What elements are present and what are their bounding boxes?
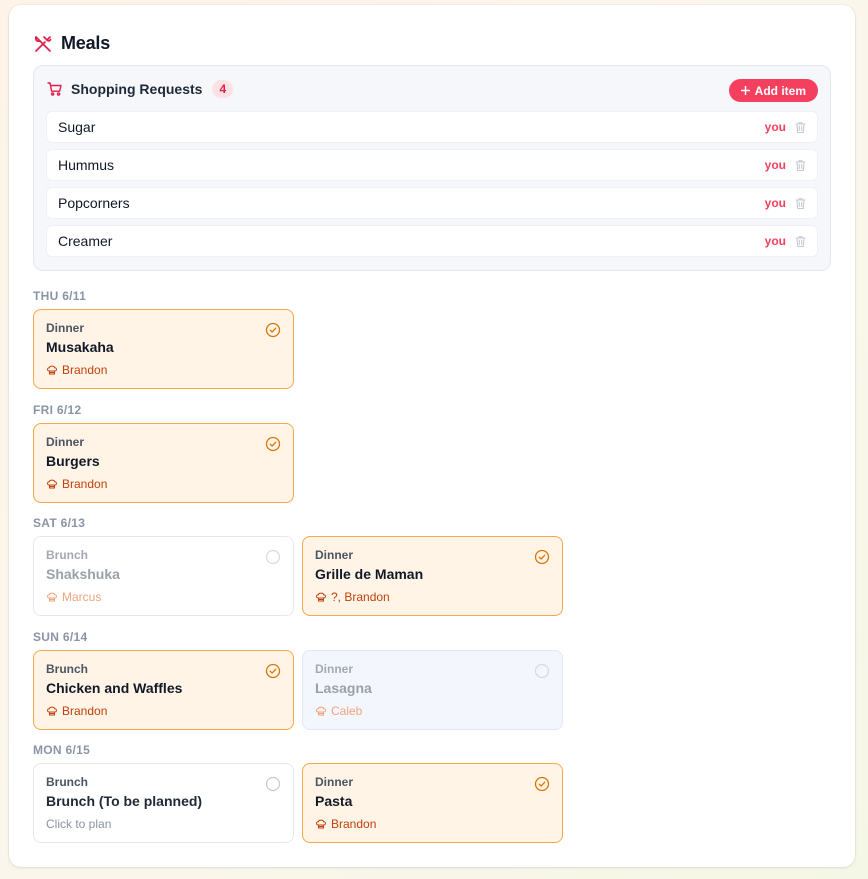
meal-type: Dinner xyxy=(315,662,354,676)
click-to-plan-hint: Click to plan xyxy=(46,817,112,831)
meal-cook-name: Brandon xyxy=(62,704,108,718)
day-label: SUN 6/14 xyxy=(33,630,88,644)
trash-icon[interactable] xyxy=(794,121,807,134)
meal-cook: Brandon xyxy=(46,363,107,377)
meals-card: Meals Shopping Requests 4 Add item Sugar… xyxy=(9,5,855,867)
cart-icon xyxy=(47,81,63,97)
meal-name: Chicken and Waffles xyxy=(46,680,183,696)
meal-card[interactable]: Dinner Burgers Brandon xyxy=(33,423,294,503)
meal-type: Brunch xyxy=(46,662,88,676)
meal-type: Dinner xyxy=(46,321,85,335)
meal-name: Shakshuka xyxy=(46,566,120,582)
item-owner: you xyxy=(764,158,786,172)
trash-icon[interactable] xyxy=(794,235,807,248)
shopping-count-badge: 4 xyxy=(212,80,234,98)
item-owner: you xyxy=(764,234,786,248)
empty-circle-icon[interactable] xyxy=(534,663,550,679)
meal-cook-name: Brandon xyxy=(62,363,108,377)
shopping-list: Sugar you Hummus you Popcorners you Crea… xyxy=(46,111,818,263)
item-name: Popcorners xyxy=(58,195,130,211)
meal-cook: ?, Brandon xyxy=(315,590,390,604)
chef-hat-icon xyxy=(46,705,58,717)
meal-cook-name: Marcus xyxy=(62,590,102,604)
chef-hat-icon xyxy=(315,705,327,717)
list-item[interactable]: Creamer you xyxy=(46,225,818,257)
meal-cook: Brandon xyxy=(315,817,376,831)
shopping-requests-title: Shopping Requests xyxy=(71,81,203,97)
list-item[interactable]: Hummus you xyxy=(46,149,818,181)
day-label: THU 6/11 xyxy=(33,289,87,303)
item-name: Creamer xyxy=(58,233,113,249)
chef-hat-icon xyxy=(46,364,58,376)
meal-name: Grille de Maman xyxy=(315,566,424,582)
page-title: Meals xyxy=(61,33,111,53)
meal-cook-name: Brandon xyxy=(62,477,108,491)
day-label: SAT 6/13 xyxy=(33,516,86,530)
meal-cook-name: Caleb xyxy=(331,704,363,718)
check-circle-icon[interactable] xyxy=(534,549,550,565)
shopping-requests-header: Shopping Requests 4 xyxy=(47,80,234,98)
meal-name: Brunch (To be planned) xyxy=(46,793,203,809)
add-item-button[interactable]: Add item xyxy=(728,79,818,102)
meal-type: Dinner xyxy=(315,775,354,789)
chef-hat-icon xyxy=(46,478,58,490)
meal-cook: Caleb xyxy=(315,704,362,718)
meal-type: Brunch xyxy=(46,775,88,789)
chef-hat-icon xyxy=(46,591,58,603)
meal-card[interactable]: Brunch Shakshuka Marcus xyxy=(33,536,294,616)
meal-card[interactable]: Dinner Musakaha Brandon xyxy=(33,309,294,389)
utensils-icon xyxy=(33,34,53,54)
list-item[interactable]: Popcorners you xyxy=(46,187,818,219)
trash-icon[interactable] xyxy=(794,159,807,172)
check-circle-icon[interactable] xyxy=(265,436,281,452)
meal-card[interactable]: Brunch Chicken and Waffles Brandon xyxy=(33,650,294,730)
meal-type: Brunch xyxy=(46,548,88,562)
meal-cook-name: Brandon xyxy=(331,817,377,831)
meal-name: Pasta xyxy=(315,793,353,809)
item-owner: you xyxy=(764,120,786,134)
meals-header: Meals xyxy=(33,33,110,54)
meal-card[interactable]: Brunch Brunch (To be planned) Click to p… xyxy=(33,763,294,843)
add-item-label: Add item xyxy=(754,83,806,98)
check-circle-icon[interactable] xyxy=(265,322,281,338)
meal-cook: Brandon xyxy=(46,704,107,718)
check-circle-icon[interactable] xyxy=(265,663,281,679)
item-name: Sugar xyxy=(58,119,96,135)
check-circle-icon[interactable] xyxy=(534,776,550,792)
list-item[interactable]: Sugar you xyxy=(46,111,818,143)
meal-name: Lasagna xyxy=(315,680,372,696)
meal-cook: Marcus xyxy=(46,590,101,604)
item-owner: you xyxy=(764,196,786,210)
meal-cook-name: ?, Brandon xyxy=(331,590,390,604)
chef-hat-icon xyxy=(315,591,327,603)
day-label: MON 6/15 xyxy=(33,743,91,757)
meal-name: Musakaha xyxy=(46,339,114,355)
meal-card[interactable]: Dinner Pasta Brandon xyxy=(302,763,563,843)
empty-circle-icon[interactable] xyxy=(265,776,281,792)
shopping-requests-panel: Shopping Requests 4 Add item Sugar you H… xyxy=(33,65,831,271)
meal-card[interactable]: Dinner Grille de Maman ?, Brandon xyxy=(302,536,563,616)
meal-card[interactable]: Dinner Lasagna Caleb xyxy=(302,650,563,730)
trash-icon[interactable] xyxy=(794,197,807,210)
empty-circle-icon[interactable] xyxy=(265,549,281,565)
meal-type: Dinner xyxy=(46,435,85,449)
plus-icon xyxy=(740,84,750,98)
day-label: FRI 6/12 xyxy=(33,403,82,417)
item-name: Hummus xyxy=(58,157,115,173)
chef-hat-icon xyxy=(315,818,327,830)
meal-cook: Brandon xyxy=(46,477,107,491)
meal-type: Dinner xyxy=(315,548,354,562)
meal-name: Burgers xyxy=(46,453,100,469)
